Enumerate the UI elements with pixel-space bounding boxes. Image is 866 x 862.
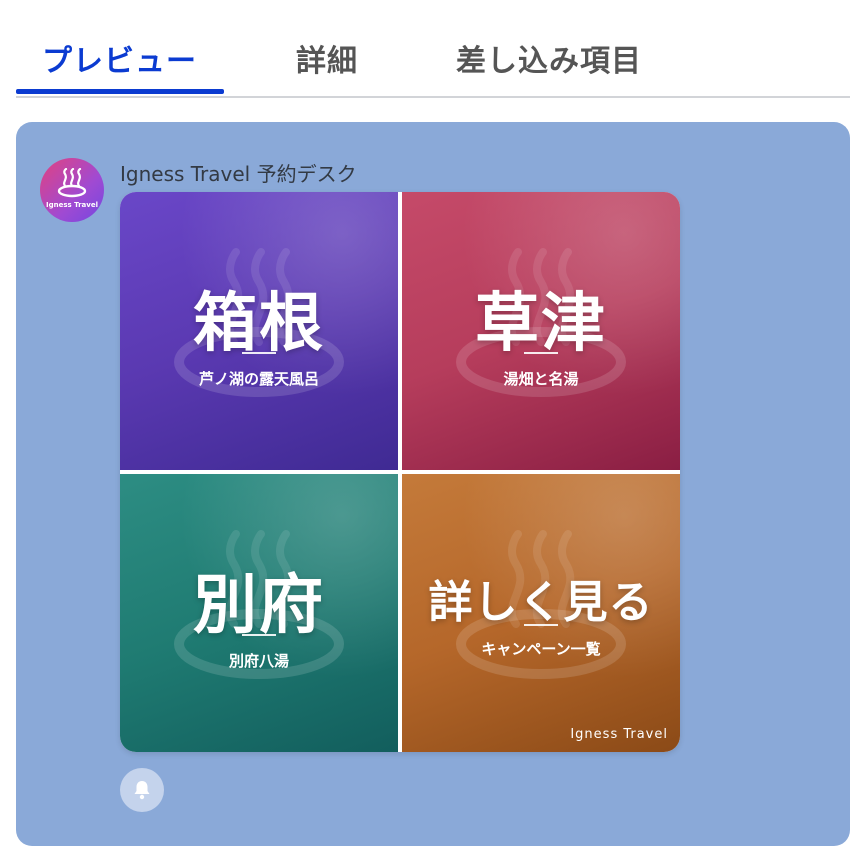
brand-watermark: Igness Travel [570, 727, 668, 742]
rich-menu-tile-kusatsu[interactable]: 草津 湯畑と名湯 [402, 192, 680, 470]
avatar-label: Igness Travel [45, 201, 98, 209]
tab-details[interactable]: 詳細 [296, 36, 358, 79]
tab-preview[interactable]: プレビュー [42, 36, 197, 79]
divider [242, 352, 276, 354]
tab-bar: プレビュー 詳細 差し込み項目 [16, 0, 850, 98]
tile-subtitle: 湯畑と名湯 [503, 370, 579, 388]
sender-name: Igness Travel 予約デスク [120, 162, 357, 186]
tile-subtitle: キャンペーン一覧 [481, 640, 601, 658]
active-tab-indicator [16, 89, 224, 94]
tile-title: 詳しく見る [428, 577, 654, 628]
tile-title: 箱根 [193, 287, 325, 361]
notification-button[interactable] [120, 768, 164, 812]
divider [524, 352, 558, 354]
hot-spring-icon [57, 168, 87, 198]
rich-menu-tile-beppu[interactable]: 別府 別府八湯 [120, 474, 398, 752]
rich-menu: 箱根 芦ノ湖の露天風呂 草津 湯畑と名湯 別府 別府八湯 詳しく見る キャンペー… [120, 192, 680, 752]
tile-title: 別府 [193, 569, 325, 643]
tile-title: 草津 [475, 287, 607, 361]
divider [524, 624, 558, 626]
rich-menu-tile-hakone[interactable]: 箱根 芦ノ湖の露天風呂 [120, 192, 398, 470]
tile-subtitle: 芦ノ湖の露天風呂 [198, 370, 319, 388]
avatar: Igness Travel [40, 158, 104, 222]
chat-preview-panel: Igness Travel Igness Travel 予約デスク 箱根 芦ノ湖… [16, 122, 850, 846]
tile-subtitle: 別府八湯 [228, 652, 289, 670]
tab-merge-fields[interactable]: 差し込み項目 [456, 36, 642, 79]
divider [242, 634, 276, 636]
rich-menu-tile-more[interactable]: 詳しく見る キャンペーン一覧 Igness Travel [402, 474, 680, 752]
bell-icon [134, 781, 150, 800]
